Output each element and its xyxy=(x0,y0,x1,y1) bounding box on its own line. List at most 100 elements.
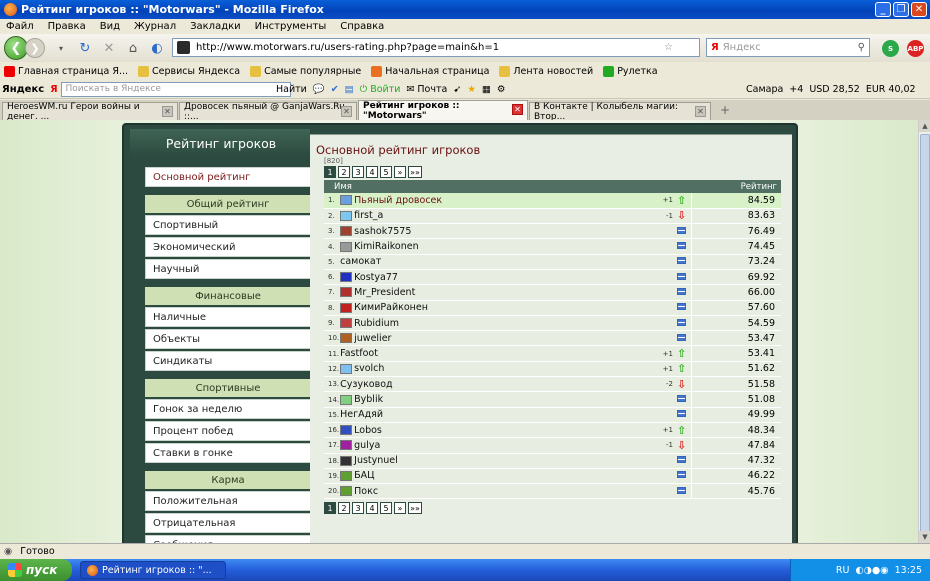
player-name-link[interactable]: Rubidium xyxy=(354,318,399,329)
player-name-link[interactable]: Пьяный дровосек xyxy=(354,195,442,206)
apps-icon[interactable]: ▦ xyxy=(482,84,491,95)
player-name-link[interactable]: Сузуковод xyxy=(340,379,392,390)
menu-item[interactable]: Объекты xyxy=(145,329,311,349)
player-name-link[interactable]: самокат xyxy=(340,256,381,267)
minimize-button[interactable]: _ xyxy=(875,2,891,17)
usd-rate[interactable]: USD 28,52 xyxy=(809,84,860,95)
bookmark-item[interactable]: Лента новостей xyxy=(499,65,593,77)
menu-item[interactable]: Научный xyxy=(145,259,311,279)
bookmark-item[interactable]: Самые популярные xyxy=(250,65,361,77)
page-link[interactable]: 3 xyxy=(352,166,364,178)
player-name-link[interactable]: sashok7575 xyxy=(354,226,411,237)
page-link[interactable]: 4 xyxy=(366,502,378,515)
magnifier-icon[interactable]: ⚲ xyxy=(858,42,865,53)
dropdown-arrow-icon[interactable]: ▾ xyxy=(53,40,69,56)
menu-item[interactable]: Ставки в гонке xyxy=(145,443,311,463)
scroll-down-icon[interactable]: ▼ xyxy=(919,531,930,543)
scroll-thumb[interactable] xyxy=(920,134,930,534)
player-name-link[interactable]: Fastfoot xyxy=(340,348,378,359)
page-link[interactable]: 4 xyxy=(366,166,378,178)
adblock-icon[interactable]: ABP xyxy=(907,40,924,57)
page-link[interactable]: 3 xyxy=(352,502,364,515)
menu-item[interactable]: Экономический xyxy=(145,237,311,257)
player-name-link[interactable]: Mr_President xyxy=(354,287,415,298)
bookmark-item[interactable]: Сервисы Яндекса xyxy=(138,65,240,77)
page-icon[interactable]: ▤ xyxy=(345,84,354,95)
player-name-link[interactable]: KimiRaikonen xyxy=(354,241,418,252)
menu-item[interactable]: Справка xyxy=(340,21,384,32)
start-button[interactable]: пуск xyxy=(0,559,72,581)
player-name-link[interactable]: Lobos xyxy=(354,425,382,436)
browser-tab[interactable]: Рейтинг игроков :: "Motorwars" ✕ xyxy=(358,100,528,121)
page-link[interactable]: 5 xyxy=(380,502,392,515)
bookmark-item[interactable]: Начальная страница xyxy=(371,65,489,77)
menu-item[interactable]: Положительная xyxy=(145,491,311,511)
skype-icon[interactable]: S xyxy=(882,40,899,57)
rocket-icon[interactable]: ➹ xyxy=(453,84,461,95)
yandex-search-input[interactable]: Поискать в Яндексе xyxy=(60,81,291,97)
browser-tab[interactable]: HeroesWM.ru Герои войны и денег. ... ✕ xyxy=(2,102,178,122)
page-link[interactable]: » xyxy=(394,166,406,178)
tab-close-icon[interactable]: ✕ xyxy=(512,104,523,115)
vertical-scrollbar[interactable]: ▲ ▼ xyxy=(918,120,930,543)
search-box[interactable]: Я Яндекс ⚲ xyxy=(706,38,870,57)
vk-icon[interactable]: ✔ xyxy=(331,84,339,95)
menu-main-rating[interactable]: Основной рейтинг xyxy=(145,167,311,187)
menu-item[interactable]: Отрицательная xyxy=(145,513,311,533)
menu-item[interactable]: Вид xyxy=(100,21,120,32)
bookmark-item[interactable]: Главная страница Я... xyxy=(4,65,128,77)
login-button[interactable]: ⏻ Войти xyxy=(360,84,401,95)
menu-item[interactable]: Гонок за неделю xyxy=(145,399,311,419)
reload-icon[interactable]: ↻ xyxy=(77,40,93,56)
menu-item[interactable]: Сообщения xyxy=(145,535,311,543)
address-bar[interactable]: http://www.motorwars.ru/users-rating.php… xyxy=(172,38,700,57)
page-link[interactable]: 2 xyxy=(338,502,350,515)
bookmark-item[interactable]: Рулетка xyxy=(603,65,658,77)
forward-button[interactable]: ❯ xyxy=(25,38,45,58)
page-link[interactable]: »» xyxy=(408,502,422,515)
maximize-button[interactable]: ❐ xyxy=(893,2,909,17)
player-name-link[interactable]: gulya xyxy=(354,440,380,451)
player-name-link[interactable]: first_a xyxy=(354,210,383,221)
yandex-bar-icon[interactable]: ◐ xyxy=(149,40,165,56)
menu-item[interactable]: Закладки xyxy=(190,21,241,32)
player-name-link[interactable]: juwelier xyxy=(354,333,391,344)
player-name-link[interactable]: Покс xyxy=(354,486,378,497)
player-name-link[interactable]: НегАдяй xyxy=(340,409,383,420)
bookmark-star-icon[interactable]: ☆ xyxy=(664,42,673,53)
tab-close-icon[interactable]: ✕ xyxy=(341,106,352,117)
player-name-link[interactable]: БАЦ xyxy=(354,470,374,481)
player-name-link[interactable]: Byblik xyxy=(354,394,383,405)
language-indicator[interactable]: RU xyxy=(836,565,850,576)
eur-rate[interactable]: EUR 40,02 xyxy=(866,84,916,95)
stop-icon[interactable]: ✕ xyxy=(101,40,117,56)
favorites-icon[interactable]: ★ xyxy=(467,84,476,95)
menu-item[interactable]: Правка xyxy=(48,21,86,32)
city-label[interactable]: Самара xyxy=(746,84,783,95)
new-tab-icon[interactable]: + xyxy=(720,103,730,117)
page-link[interactable]: 1 xyxy=(324,502,336,515)
menu-item[interactable]: Спортивный xyxy=(145,215,311,235)
menu-item[interactable]: Журнал xyxy=(134,21,176,32)
close-button[interactable]: ✕ xyxy=(911,2,927,17)
player-name-link[interactable]: Justynuel xyxy=(354,455,398,466)
page-link[interactable]: 2 xyxy=(338,166,350,178)
browser-tab[interactable]: Дровосек пьяный @ GanjaWars.Ru ::... ✕ xyxy=(179,102,357,122)
tab-close-icon[interactable]: ✕ xyxy=(162,106,173,117)
tray-icons[interactable]: ◐◑●◉ xyxy=(855,565,888,576)
page-link[interactable]: 1 xyxy=(324,166,336,178)
player-name-link[interactable]: КимиРайконен xyxy=(354,302,428,313)
settings-gear-icon[interactable]: ⚙ xyxy=(497,84,506,95)
taskbar-firefox-item[interactable]: Рейтинг игроков :: "... xyxy=(80,561,226,579)
find-button[interactable]: Найти xyxy=(276,84,307,95)
player-name-link[interactable]: Kostya77 xyxy=(354,272,398,283)
mail-button[interactable]: ✉ Почта xyxy=(406,84,447,95)
browser-tab[interactable]: В Контакте | Колыбель магии: Втор... ✕ xyxy=(529,102,711,122)
player-name-link[interactable]: svolch xyxy=(354,363,384,374)
tab-close-icon[interactable]: ✕ xyxy=(695,106,706,117)
scroll-up-icon[interactable]: ▲ xyxy=(919,120,930,132)
menu-item[interactable]: Файл xyxy=(6,21,34,32)
page-link[interactable]: »» xyxy=(408,166,422,178)
page-link[interactable]: 5 xyxy=(380,166,392,178)
menu-item[interactable]: Процент побед xyxy=(145,421,311,441)
